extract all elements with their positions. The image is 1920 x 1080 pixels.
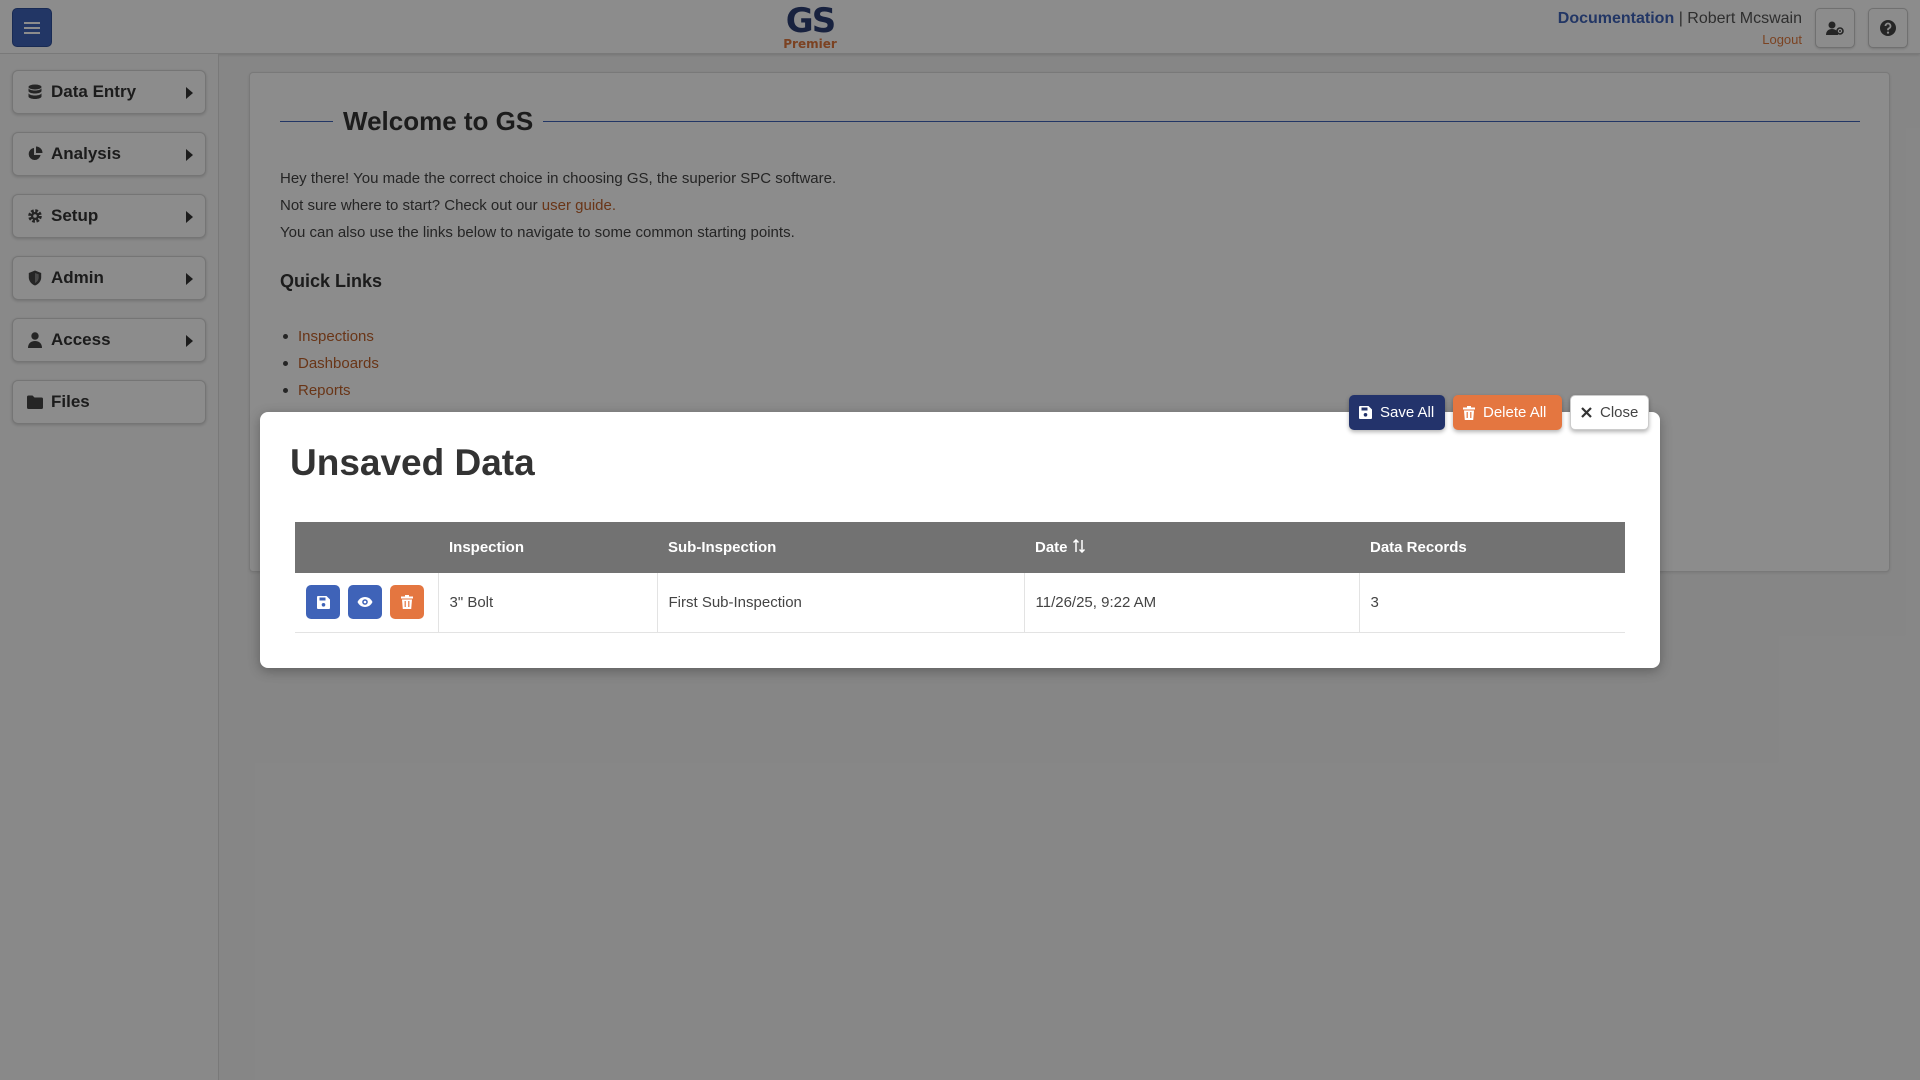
close-icon <box>1581 407 1592 418</box>
actions-column-header <box>295 522 438 573</box>
eye-icon <box>357 597 373 608</box>
save-all-label: Save All <box>1380 404 1435 421</box>
column-header-data-records: Data Records <box>1359 522 1625 573</box>
trash-icon <box>401 595 413 610</box>
table-row: 3" Bolt First Sub-Inspection 11/26/25, 9… <box>295 573 1625 633</box>
delete-all-label: Delete All <box>1483 404 1547 421</box>
row-delete-button[interactable] <box>390 585 424 620</box>
column-header-label: Date <box>1035 539 1068 556</box>
cell-sub-inspection: First Sub-Inspection <box>656 573 1024 633</box>
save-all-button[interactable]: Save All <box>1349 395 1445 430</box>
trash-icon <box>1463 405 1475 420</box>
row-save-button[interactable] <box>306 585 340 620</box>
save-icon <box>1359 406 1372 419</box>
table-header-row: Inspection Sub-Inspection Date Data Reco… <box>295 522 1625 573</box>
column-header-date[interactable]: Date <box>1024 522 1359 573</box>
column-header-inspection: Inspection <box>438 522 657 573</box>
unsaved-data-modal: Unsaved Data Inspection Sub-Inspection D… <box>260 412 1660 668</box>
row-actions <box>295 573 438 633</box>
row-view-button[interactable] <box>348 585 382 620</box>
close-label: Close <box>1600 404 1639 421</box>
delete-all-button[interactable]: Delete All <box>1453 395 1562 430</box>
cell-inspection: 3" Bolt <box>437 573 657 633</box>
modal-title: Unsaved Data <box>290 442 535 483</box>
column-header-sub-inspection: Sub-Inspection <box>657 522 1024 573</box>
cell-date: 11/26/25, 9:22 AM <box>1023 573 1359 633</box>
unsaved-data-table: Inspection Sub-Inspection Date Data Reco… <box>295 522 1625 633</box>
close-button[interactable]: Close <box>1570 395 1649 430</box>
cell-data-records: 3 <box>1358 573 1625 633</box>
save-icon <box>316 595 330 609</box>
sort-icon <box>1072 538 1085 554</box>
